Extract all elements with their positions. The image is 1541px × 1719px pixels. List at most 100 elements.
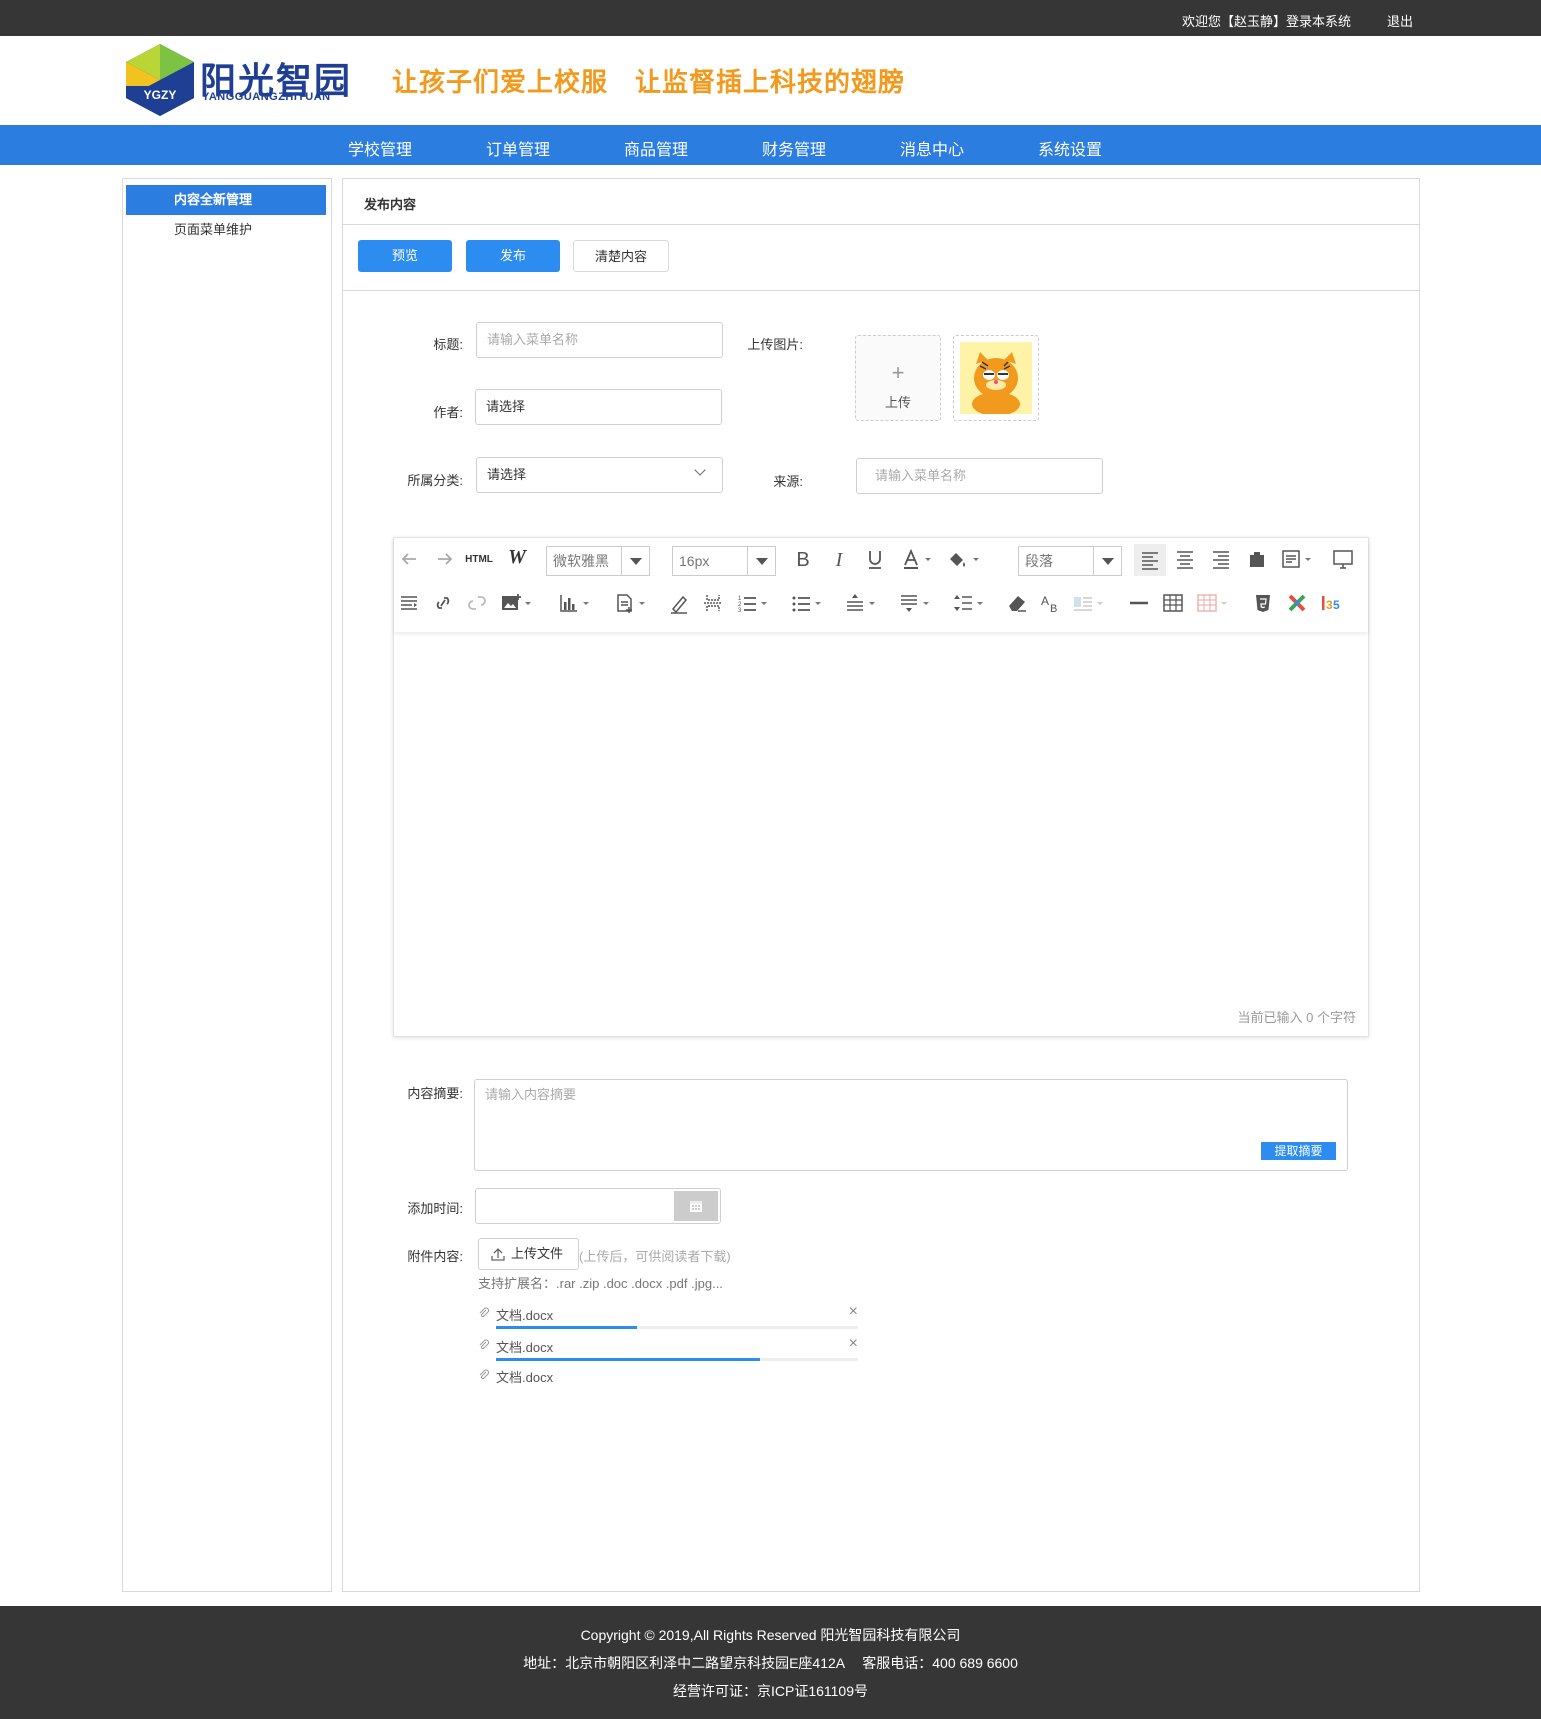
paragraph-spacing-top-icon[interactable] <box>842 590 868 616</box>
chart-icon[interactable] <box>556 590 582 616</box>
title-input[interactable]: 请输入菜单名称 <box>476 322 723 358</box>
nav-item-finance[interactable]: 财务管理 <box>762 136 826 160</box>
edit-pen-icon[interactable] <box>666 590 692 616</box>
paragraph-spacing-bottom-icon[interactable] <box>896 590 922 616</box>
image-dropdown-icon[interactable] <box>522 590 534 616</box>
line-height-icon[interactable] <box>950 590 976 616</box>
ordered-list-dropdown-icon[interactable] <box>758 590 770 616</box>
file-item: 文档.docx × <box>478 1303 858 1333</box>
upload-progress-fill <box>496 1358 761 1361</box>
upload-image-button[interactable]: + 上传 <box>855 335 941 421</box>
align-right-icon[interactable] <box>1208 546 1234 572</box>
paragraph-spacing-bottom-dropdown-icon[interactable] <box>920 590 932 616</box>
file-item: 文档.docx <box>478 1365 858 1395</box>
table-dropdown-icon[interactable] <box>1218 590 1230 616</box>
indent-icon[interactable] <box>396 590 422 616</box>
logout-link[interactable]: 退出 <box>1387 11 1413 30</box>
author-select[interactable]: 请选择 <box>475 389 722 425</box>
source-label: 来源: <box>773 474 803 489</box>
unordered-list-icon[interactable] <box>788 590 814 616</box>
letter-case-icon[interactable]: AB <box>1038 590 1064 616</box>
supported-extensions: 支持扩展名：.rar .zip .doc .docx .pdf .jpg... <box>478 1276 723 1291</box>
summary-textarea[interactable]: 请输入内容摘要 提取摘要 <box>474 1079 1348 1171</box>
nav-item-school[interactable]: 学校管理 <box>348 136 412 160</box>
sidebar-item-content[interactable]: 内容全新管理 <box>126 185 326 215</box>
calendar-icon[interactable] <box>674 1191 718 1221</box>
redo-icon[interactable] <box>432 546 458 572</box>
upload-file-button[interactable]: 上传文件 <box>478 1238 579 1270</box>
underline-icon[interactable] <box>862 546 888 572</box>
ordered-list-icon[interactable]: 123 <box>734 590 760 616</box>
close-icon[interactable]: × <box>849 1335 858 1353</box>
insert-file-icon[interactable] <box>612 590 638 616</box>
file-name[interactable]: 文档.docx <box>496 1367 553 1386</box>
action-bar: 预览 发布 清楚内容 <box>343 225 1419 291</box>
unordered-list-dropdown-icon[interactable] <box>812 590 824 616</box>
upload-text: 上传 <box>884 395 911 410</box>
extract-summary-button[interactable]: 提取摘要 <box>1261 1142 1336 1160</box>
unlink-icon[interactable] <box>464 590 490 616</box>
add-time-input[interactable] <box>475 1188 721 1224</box>
bold-icon[interactable]: B <box>790 546 816 572</box>
clear-content-button[interactable]: 清楚内容 <box>573 240 669 272</box>
page-title: 发布内容 <box>364 197 417 212</box>
page-break-icon[interactable] <box>700 590 726 616</box>
insert-file-dropdown-icon[interactable] <box>636 590 648 616</box>
background-color-dropdown-icon[interactable] <box>970 546 982 572</box>
align-center-icon[interactable] <box>1172 546 1198 572</box>
fullscreen-icon[interactable] <box>1330 546 1356 572</box>
file-name[interactable]: 文档.docx <box>496 1337 553 1356</box>
undo-icon[interactable] <box>396 546 422 572</box>
chevron-down-icon <box>694 464 706 476</box>
sidebar-item-menu[interactable]: 页面菜单维护 <box>126 215 326 245</box>
template-icon[interactable] <box>1278 546 1304 572</box>
html5-icon[interactable] <box>1250 590 1276 616</box>
file-name[interactable]: 文档.docx <box>496 1305 553 1324</box>
garfield-image-icon <box>960 342 1032 414</box>
format-painter-dropdown-icon[interactable] <box>1094 590 1106 616</box>
uploaded-image-thumbnail[interactable] <box>953 335 1039 421</box>
word-paste-icon[interactable]: W <box>504 544 530 570</box>
paragraph-select[interactable]: 段落 <box>1018 546 1122 576</box>
category-select[interactable]: 请选择 <box>476 457 723 493</box>
eraser-icon[interactable] <box>1004 590 1030 616</box>
nav-item-orders[interactable]: 订单管理 <box>486 136 550 160</box>
editor-toolbar: HTML W 微软雅黑 16px B I 段落 1 2 3 A B 3 5 <box>394 538 1368 632</box>
top-bar: 欢迎您【赵玉静】登录本系统 退出 <box>0 0 1541 36</box>
close-icon[interactable]: × <box>849 1303 858 1321</box>
nav-item-products[interactable]: 商品管理 <box>624 136 688 160</box>
link-icon[interactable] <box>430 590 456 616</box>
chart-dropdown-icon[interactable] <box>580 590 592 616</box>
paste-icon[interactable] <box>1244 546 1270 572</box>
line-height-dropdown-icon[interactable] <box>974 590 986 616</box>
paragraph-spacing-top-dropdown-icon[interactable] <box>866 590 878 616</box>
font-family-select[interactable]: 微软雅黑 <box>546 546 650 576</box>
copyright-text: Copyright © 2019,All Rights Reserved 阳光智… <box>580 1627 961 1643</box>
nav-item-settings[interactable]: 系统设置 <box>1038 136 1102 160</box>
table-properties-icon[interactable] <box>1194 590 1220 616</box>
image-icon[interactable] <box>498 590 524 616</box>
nav-item-messages[interactable]: 消息中心 <box>900 136 964 160</box>
publish-button[interactable]: 发布 <box>466 240 560 272</box>
horizontal-rule-icon[interactable] <box>1126 590 1152 616</box>
background-color-icon[interactable] <box>944 546 970 572</box>
template-dropdown-icon[interactable] <box>1302 546 1314 572</box>
add-time-label: 添加时间: <box>407 1201 463 1216</box>
preview-button[interactable]: 预览 <box>358 240 452 272</box>
source-input[interactable]: 请输入菜单名称 <box>856 458 1103 494</box>
summary-label: 内容摘要: <box>407 1086 463 1101</box>
sidebar: 内容全新管理 页面菜单维护 <box>122 178 332 1592</box>
rich-text-editor[interactable]: HTML W 微软雅黑 16px B I 段落 1 2 3 A B 3 5 当前… <box>393 537 1369 1037</box>
html-source-icon[interactable]: HTML <box>465 546 493 572</box>
plugin-135-icon[interactable]: 35 <box>1318 590 1344 616</box>
align-left-icon[interactable] <box>1134 544 1166 576</box>
font-size-select[interactable]: 16px <box>672 546 776 576</box>
plugin-x-icon[interactable] <box>1284 590 1310 616</box>
font-color-icon[interactable] <box>898 546 924 572</box>
font-color-dropdown-icon[interactable] <box>922 546 934 572</box>
format-painter-icon[interactable] <box>1070 590 1096 616</box>
author-label: 作者: <box>433 405 463 420</box>
char-counter: 当前已输入 0 个字符 <box>1237 1010 1356 1025</box>
table-icon[interactable] <box>1160 590 1186 616</box>
italic-icon[interactable]: I <box>826 546 852 572</box>
